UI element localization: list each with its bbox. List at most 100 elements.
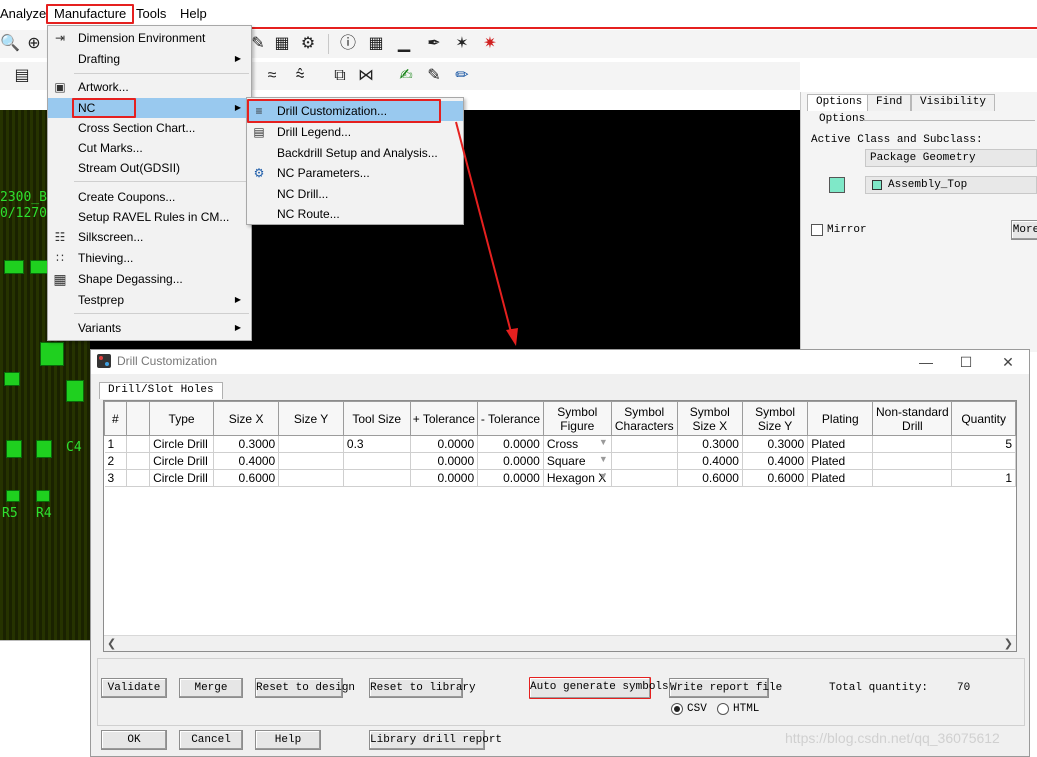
table-body: 1 Circle Drill 0.3000 0.3 0.0000 0.0000 Cross ▼… [104, 435, 1016, 487]
cell-minus-tol[interactable]: 0.0000 [477, 452, 544, 470]
total-quantity-label: Total quantity: [829, 682, 929, 694]
cell-figure[interactable]: Hexagon X ▼ [543, 469, 612, 487]
cell-qty[interactable] [951, 452, 1016, 470]
cell-qty[interactable]: 5 [951, 435, 1016, 453]
maximize-icon[interactable]: ☐ [953, 352, 979, 372]
cell-select[interactable] [126, 469, 151, 487]
cell-type[interactable]: Circle Drill [149, 469, 214, 487]
figure-value: Hexagon X [546, 471, 607, 485]
cell-figure[interactable]: Square ▼ [543, 452, 612, 470]
cell-tool-size[interactable]: 0.3 [343, 435, 411, 453]
cell-select[interactable] [126, 435, 151, 453]
column-header[interactable]: Size Y [278, 401, 344, 436]
cell-size-y[interactable] [278, 469, 344, 487]
csv-label: CSV [687, 703, 707, 715]
cell-size-x[interactable]: 0.6000 [213, 469, 280, 487]
cell-num[interactable]: 1 [104, 435, 127, 453]
cell-plus-tol[interactable]: 0.0000 [410, 452, 479, 470]
cell-sym-y[interactable]: 0.3000 [742, 435, 809, 453]
cell-sym-x[interactable]: 0.6000 [677, 469, 743, 487]
ok-button[interactable]: OK [101, 730, 167, 750]
app-icon-dot [99, 356, 103, 360]
tab-drill-slot-holes[interactable]: Drill/Slot Holes [99, 382, 223, 399]
column-header[interactable]: Size X [212, 401, 280, 436]
column-header[interactable] [125, 401, 151, 436]
html-label: HTML [733, 703, 760, 715]
cell-size-x[interactable]: 0.4000 [213, 452, 280, 470]
csv-radio[interactable] [671, 703, 683, 715]
horizontal-scrollbar[interactable]: ❮ ❯ [104, 635, 1016, 651]
close-icon[interactable]: ✕ [995, 352, 1021, 372]
arrow-head [506, 328, 518, 346]
cell-minus-tol[interactable]: 0.0000 [477, 469, 544, 487]
column-header[interactable]: Tool Size [342, 401, 411, 436]
cell-type[interactable]: Circle Drill [149, 452, 214, 470]
merge-button[interactable]: Merge [179, 678, 243, 698]
help-button[interactable]: Help [255, 730, 321, 750]
column-header[interactable]: Symbol Size X [676, 401, 743, 436]
drill-customization-dialog: Drill Customization — ☐ ✕ Drill/Slot Hol… [90, 349, 1030, 757]
table-row[interactable]: 3 Circle Drill 0.6000 0.0000 0.0000 Hexagon X… [104, 469, 1016, 487]
cell-plating[interactable]: Plated [807, 452, 874, 470]
total-quantity-value: 70 [957, 682, 971, 694]
cell-chars[interactable] [611, 469, 678, 487]
drill-table: # Type Size X Size Y Tool Size + Tolerance - T… [103, 400, 1017, 652]
column-header[interactable]: Symbol Characters [610, 401, 678, 436]
cell-plus-tol[interactable]: 0.0000 [410, 469, 479, 487]
cell-plating[interactable]: Plated [807, 435, 874, 453]
minimize-icon[interactable]: — [913, 352, 939, 372]
reset-to-library-button[interactable]: Reset to library [369, 678, 476, 698]
cell-plating[interactable]: Plated [807, 469, 874, 487]
cell-size-y[interactable] [278, 452, 344, 470]
column-header[interactable]: + Tolerance [409, 401, 479, 436]
column-header[interactable]: Type [149, 401, 214, 436]
cell-num[interactable]: 3 [104, 469, 127, 487]
reset-to-design-button[interactable]: Reset to design [255, 678, 355, 698]
dropdown-caret-icon[interactable]: ▼ [599, 454, 608, 464]
cell-minus-tol[interactable]: 0.0000 [477, 435, 544, 453]
table-header-row: # Type Size X Size Y Tool Size + Tolerance - T… [104, 401, 1016, 436]
column-header[interactable]: Symbol Size Y [741, 401, 809, 436]
cell-sym-y[interactable]: 0.6000 [742, 469, 809, 487]
dialog-titlebar[interactable]: Drill Customization — ☐ ✕ [91, 350, 1029, 374]
cell-chars[interactable] [611, 435, 678, 453]
table-row[interactable]: 2 Circle Drill 0.4000 0.0000 0.0000 Square ▼ 0.… [104, 452, 1016, 470]
cell-num[interactable]: 2 [104, 452, 127, 470]
column-header[interactable]: Quantity [951, 401, 1016, 436]
library-drill-report-button[interactable]: Library drill report [369, 730, 502, 750]
column-header[interactable]: Plating [807, 401, 874, 436]
cell-select[interactable] [126, 452, 151, 470]
cell-tool-size[interactable] [343, 452, 411, 470]
app-icon-dot [105, 362, 109, 366]
column-header[interactable]: Non-standard Drill [872, 401, 953, 436]
column-header[interactable]: Symbol Figure [542, 401, 612, 436]
cell-nonstd[interactable] [872, 469, 953, 487]
cell-chars[interactable] [611, 452, 678, 470]
table-row[interactable]: 1 Circle Drill 0.3000 0.3 0.0000 0.0000 Cross ▼… [104, 435, 1016, 453]
auto-generate-symbols-button[interactable]: Auto generate symbols [529, 677, 669, 699]
scroll-left-icon[interactable]: ❮ [107, 637, 116, 650]
cancel-button[interactable]: Cancel [179, 730, 243, 750]
cell-size-x[interactable]: 0.3000 [213, 435, 280, 453]
arrow-line [455, 121, 513, 337]
cell-sym-y[interactable]: 0.4000 [742, 452, 809, 470]
validate-button[interactable]: Validate [101, 678, 167, 698]
cell-size-y[interactable] [278, 435, 344, 453]
column-header[interactable]: - Tolerance [477, 401, 544, 436]
dropdown-caret-icon[interactable]: ▼ [599, 437, 608, 447]
cell-nonstd[interactable] [872, 452, 953, 470]
watermark: https://blog.csdn.net/qq_36075612 [785, 730, 1000, 746]
write-report-file-button[interactable]: Write report file [669, 678, 782, 698]
cell-plus-tol[interactable]: 0.0000 [410, 435, 479, 453]
cell-type[interactable]: Circle Drill [149, 435, 214, 453]
cell-tool-size[interactable] [343, 469, 411, 487]
dropdown-caret-icon[interactable]: ▼ [599, 471, 608, 481]
cell-figure[interactable]: Cross ▼ [543, 435, 612, 453]
html-radio[interactable] [717, 703, 729, 715]
scroll-right-icon[interactable]: ❯ [1004, 637, 1013, 650]
cell-sym-x[interactable]: 0.3000 [677, 435, 743, 453]
cell-qty[interactable]: 1 [951, 469, 1016, 487]
cell-sym-x[interactable]: 0.4000 [677, 452, 743, 470]
cell-nonstd[interactable] [872, 435, 953, 453]
column-header[interactable]: # [104, 401, 127, 436]
